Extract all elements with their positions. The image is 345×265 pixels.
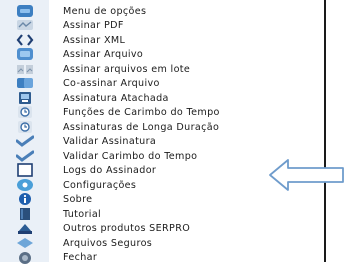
menu-item-label: Assinar Arquivo — [63, 48, 144, 60]
timestamp-icon — [0, 104, 49, 120]
menu-item-label: Co-assinar Arquivo — [63, 77, 160, 89]
menu-item-label: Funções de Carimbo do Tempo — [63, 106, 220, 118]
info-icon — [0, 191, 49, 207]
menu-item-label: Fechar — [63, 251, 98, 263]
menu-item-sign-file[interactable]: Assinar Arquivo — [0, 46, 324, 62]
close-icon — [0, 249, 49, 265]
products-icon — [0, 220, 49, 236]
menu-item-serpro-products[interactable]: Outros produtos SERPRO — [0, 220, 324, 236]
menu-item-sign-pdf[interactable]: Assinar PDF — [0, 17, 324, 33]
options-menu: Menu de opções Assinar PDF Assinar XML A… — [0, 0, 326, 265]
menu-item-label: Assinar PDF — [63, 19, 124, 31]
pdf-sign-icon — [0, 17, 49, 33]
menu-item-label: Assinar XML — [63, 34, 126, 46]
validate-check-icon — [0, 133, 49, 149]
menu-item-label: Sobre — [63, 193, 93, 205]
menu-item-co-sign[interactable]: Co-assinar Arquivo — [0, 75, 324, 91]
co-sign-icon — [0, 75, 49, 91]
menu-item-timestamp-functions[interactable]: Funções de Carimbo do Tempo — [0, 104, 324, 120]
menu-item-label: Logs do Assinador — [63, 164, 157, 176]
menu-item-about[interactable]: Sobre — [0, 191, 324, 207]
file-sign-icon — [0, 46, 49, 62]
menu-item-label: Validar Assinatura — [63, 135, 157, 147]
menu-item-label: Outros produtos SERPRO — [63, 222, 191, 234]
menu-item-close[interactable]: Fechar — [0, 249, 324, 265]
menu-item-label: Assinatura Atachada — [63, 92, 169, 104]
menu-item-label: Tutorial — [63, 208, 102, 220]
menu-item-label: Arquivos Seguros — [63, 237, 153, 249]
menu-item-label: Assinaturas de Longa Duração — [63, 121, 220, 133]
menu-item-label: Menu de opções — [63, 5, 147, 17]
logs-icon — [0, 162, 49, 178]
menu-item-validate-signature[interactable]: Validar Assinatura — [0, 133, 324, 149]
menu-item-label: Assinar arquivos em lote — [63, 63, 191, 75]
menu-item-label: Validar Carimbo do Tempo — [63, 150, 198, 162]
menu-item-label: Configurações — [63, 179, 137, 191]
left-arrow-annotation-icon — [269, 159, 344, 191]
